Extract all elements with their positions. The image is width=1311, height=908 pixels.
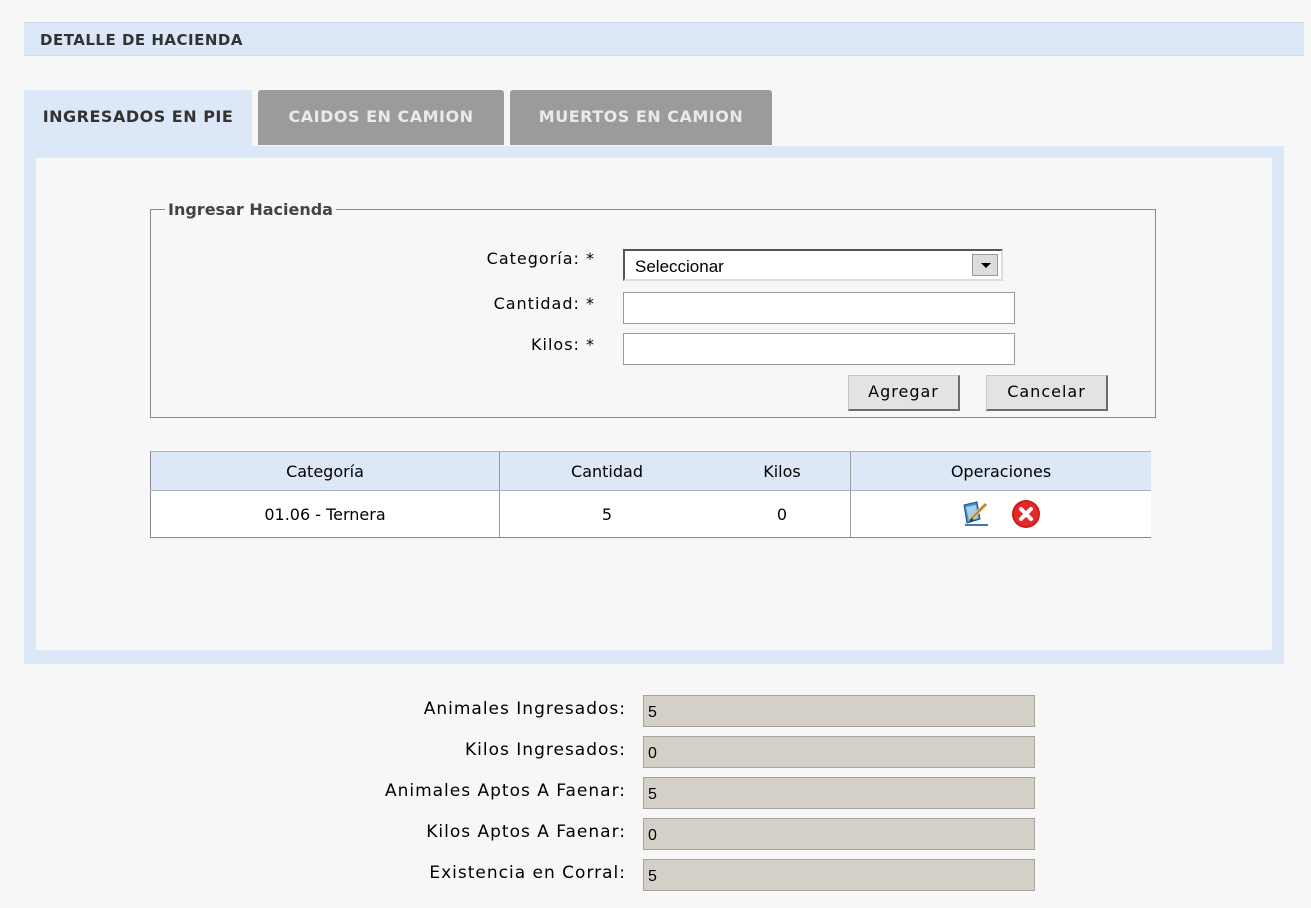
tab-muertos-en-camion[interactable]: MUERTOS EN CAMION xyxy=(510,90,772,145)
cell-cantidad: 5 xyxy=(499,490,714,538)
kilos-label: Kilos: * xyxy=(531,335,595,354)
ingresar-hacienda-form: Ingresar Hacienda Categoría: * Seleccion… xyxy=(150,200,1156,418)
agregar-button[interactable]: Agregar xyxy=(848,375,960,411)
column-header-operaciones: Operaciones xyxy=(850,451,1151,491)
categoria-label: Categoría: * xyxy=(486,249,595,268)
categoria-select-value: Seleccionar xyxy=(635,257,724,276)
kilos-aptos-field: 0 xyxy=(643,818,1035,850)
edit-icon[interactable] xyxy=(961,499,991,529)
animales-ingresados-field: 5 xyxy=(643,695,1035,727)
existencia-field: 5 xyxy=(643,859,1035,891)
page-title: DETALLE DE HACIENDA xyxy=(40,31,243,49)
cantidad-input[interactable] xyxy=(623,292,1015,324)
cantidad-label: Cantidad: * xyxy=(493,294,595,313)
chevron-down-icon[interactable] xyxy=(972,254,998,276)
page: DETALLE DE HACIENDA INGRESADOS EN PIE CA… xyxy=(0,0,1311,908)
animales-aptos-label: Animales Aptos A Faenar: xyxy=(384,781,626,801)
tab-caidos-en-camion[interactable]: CAIDOS EN CAMION xyxy=(258,90,504,145)
kilos-ingresados-label: Kilos Ingresados: xyxy=(465,740,626,760)
kilos-aptos-label: Kilos Aptos A Faenar: xyxy=(426,822,626,842)
tab-ingresados-en-pie[interactable]: INGRESADOS EN PIE xyxy=(24,90,252,148)
section-header: DETALLE DE HACIENDA xyxy=(24,22,1304,56)
cell-kilos: 0 xyxy=(714,490,851,538)
cell-categoria: 01.06 - Ternera xyxy=(150,490,500,538)
tab-panel-content: Ingresar Hacienda Categoría: * Seleccion… xyxy=(36,158,1272,650)
tab-panel: Ingresar Hacienda Categoría: * Seleccion… xyxy=(24,146,1284,664)
animales-ingresados-label: Animales Ingresados: xyxy=(423,699,626,719)
form-legend: Ingresar Hacienda xyxy=(168,200,333,219)
hacienda-table: Categoría Cantidad Kilos Operaciones 01.… xyxy=(150,451,1151,538)
kilos-ingresados-field: 0 xyxy=(643,736,1035,768)
column-header-kilos: Kilos xyxy=(714,451,851,491)
existencia-label: Existencia en Corral: xyxy=(429,863,626,883)
table-header-row: Categoría Cantidad Kilos Operaciones xyxy=(150,451,1151,491)
kilos-input[interactable] xyxy=(623,333,1015,365)
categoria-select[interactable]: Seleccionar xyxy=(623,249,1003,281)
cell-operaciones xyxy=(850,490,1151,538)
column-header-cantidad: Cantidad xyxy=(499,451,714,491)
column-header-categoria: Categoría xyxy=(150,451,500,491)
table-row: 01.06 - Ternera 5 0 xyxy=(150,490,1151,538)
animales-aptos-field: 5 xyxy=(643,777,1035,809)
cancelar-button[interactable]: Cancelar xyxy=(986,375,1108,411)
delete-icon[interactable] xyxy=(1011,499,1041,529)
